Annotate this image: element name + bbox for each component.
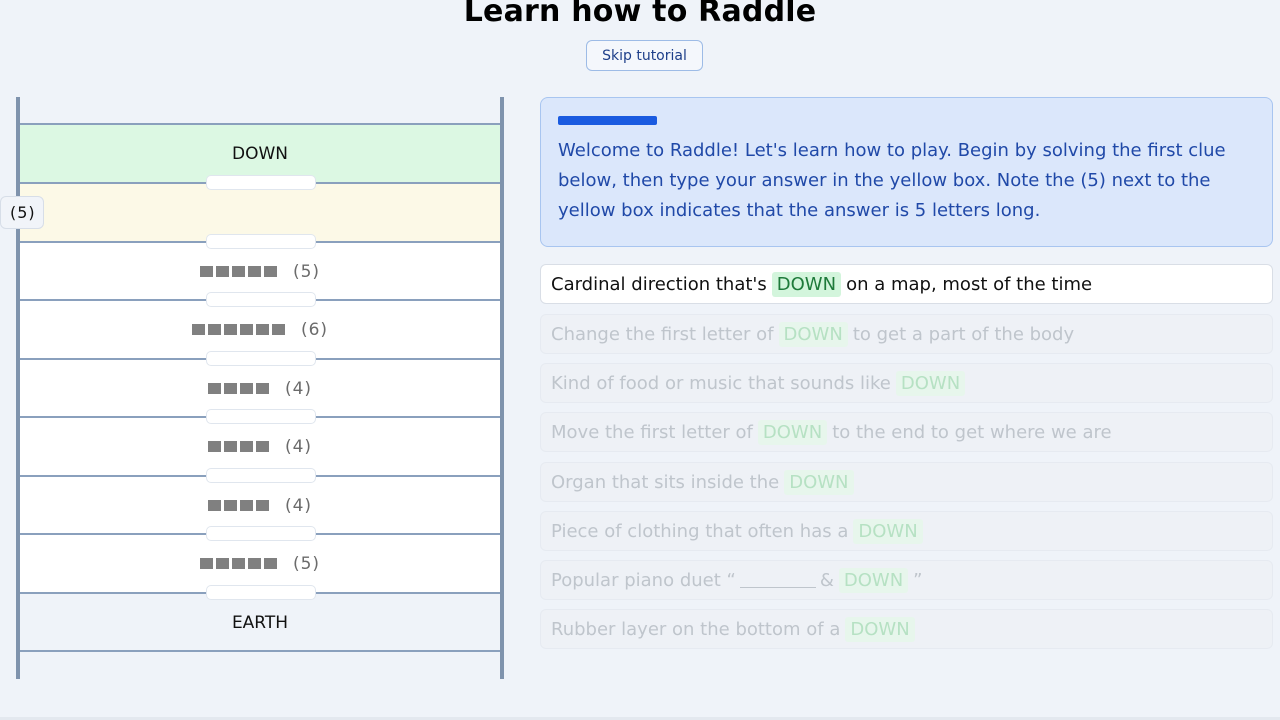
clue-item[interactable]: Piece of clothing that often has a DOWN [540,511,1273,551]
clue-word: DOWN [895,370,966,396]
rung-connector [206,234,316,249]
tutorial-progress-bar [558,116,657,125]
letter-count: (6) [300,319,329,340]
tutorial-text: Welcome to Raddle! Let's learn how to pl… [558,140,1226,221]
rung-connector [206,292,316,307]
rung-connector [206,585,316,600]
letter-count: (5) [292,553,321,574]
letter-squares [191,324,285,335]
clue-item[interactable]: Kind of food or music that sounds like DO… [540,363,1273,403]
rung-connector [206,351,316,366]
ladder-rung: (5) [20,533,500,592]
clue-item[interactable]: Popular piano duet “& DOWN” [540,560,1273,600]
letter-squares [207,500,269,511]
letter-squares [199,266,277,277]
clue-word: DOWN [784,469,854,495]
rung-connector [206,526,316,541]
clue-item-current[interactable]: Cardinal direction that's DOWN on a map, m… [540,264,1273,304]
ladder-rung: (4) [20,416,500,475]
clue-word: DOWN [778,321,848,347]
letter-squares [199,558,277,569]
end-word: EARTH [231,612,289,633]
clue-word: DOWN [838,567,909,593]
ladder-active-rung[interactable] [20,182,500,241]
clue-word: DOWN [771,271,842,297]
ladder-bottom-rung [20,650,500,652]
rung-connector [206,175,316,190]
clue-word: DOWN [757,419,828,445]
clue-item[interactable]: Rubber layer on the bottom of a DOWN [540,609,1273,649]
letter-squares [207,441,269,452]
clue-item[interactable]: Move the first letter of DOWN to the end t… [540,412,1273,452]
ladder-rail-right [500,97,504,679]
letter-count: (5) [292,261,321,282]
page-title: Learn how to Raddle [463,0,817,29]
skip-tutorial-button[interactable]: Skip tutorial [586,40,703,71]
clue-blank [739,572,816,588]
ladder-start-rung: DOWN [20,123,500,182]
letter-count: (4) [284,378,313,399]
ladder-rung: (6) [20,299,500,358]
letter-count: (4) [284,495,313,516]
clue-item[interactable]: Change the first letter of DOWN to get a p… [540,314,1273,354]
clue-word: DOWN [853,518,923,544]
clue-item[interactable]: Organ that sits inside the DOWN [540,462,1273,502]
letter-squares [207,383,269,394]
letter-count: (4) [284,436,313,457]
ladder: DOWN (5) (6) (4) (4) (4) (5) EARTH [16,97,506,679]
active-letter-count: (5) [0,196,44,229]
ladder-end-rung: EARTH [20,592,500,651]
rung-connector [206,468,316,483]
clue-word: DOWN [845,616,915,642]
rung-connector [206,409,316,424]
start-word: DOWN [232,143,288,164]
tutorial-message: Welcome to Raddle! Let's learn how to pl… [540,97,1273,247]
